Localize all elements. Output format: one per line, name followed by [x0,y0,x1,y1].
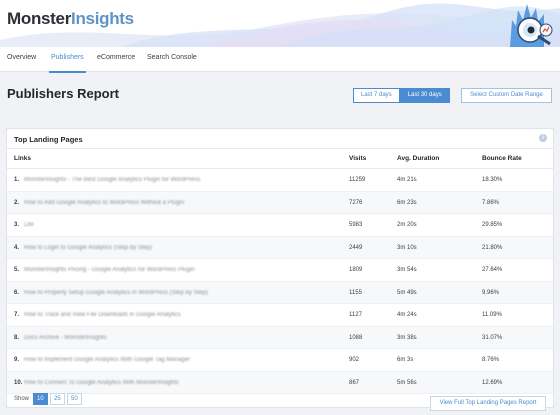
row-visits: 11259 [349,177,366,183]
custom-date-range-button[interactable]: Select Custom Date Range [461,88,552,103]
table-row: 7. How to Track and View File Downloads i… [7,304,553,327]
row-number: 3. [14,222,20,228]
row-avg-duration: 2m 20s [397,222,417,228]
top-landing-pages-panel: Top Landing Pages i Links Visits Avg. Du… [6,128,554,411]
row-number: 9. [14,357,20,363]
monster-mascot-icon [510,4,553,47]
row-number: 10. [14,379,23,386]
row-link[interactable]: How to Properly Setup Google Analytics i… [24,290,208,296]
tab-overview[interactable]: Overview [7,54,36,61]
row-link[interactable]: How to Connect To Google Analytics With … [24,380,179,386]
table-row: 8. Docs Archive - MonsterInsights 1088 3m 3… [7,326,553,349]
row-number: 2. [14,199,20,206]
row-link[interactable]: Docs Archive - MonsterInsights [24,335,107,341]
row-avg-duration: 3m 54s [397,267,417,273]
monsterinsights-logo[interactable]: MonsterInsights [7,9,134,29]
table-row: 3. Lite 5983 2m 20s 29.85% [7,214,553,237]
view-full-report-button[interactable]: View Full Top Landing Pages Report [430,396,546,411]
last-7-days-button[interactable]: Last 7 days [353,88,400,103]
app-header: MonsterInsights [0,0,560,47]
row-number: 7. [14,312,20,318]
row-visits: 2449 [349,244,363,251]
row-avg-duration: 5m 49s [397,289,417,296]
table-row: 4. How to Login to Google Analytics (Step… [7,236,553,259]
row-bounce-rate: 12.69% [482,379,503,386]
row-bounce-rate: 8.76% [482,357,500,363]
show-label: Show [14,396,30,402]
row-visits: 1809 [349,267,363,273]
last-30-days-button[interactable]: Last 30 days [399,88,450,103]
tab-publishers[interactable]: Publishers [49,54,86,73]
row-visits: 902 [349,357,360,363]
row-avg-duration: 3m 10s [397,244,417,251]
tab-search-console[interactable]: Search Console [147,54,197,61]
row-number: 5. [14,267,20,273]
info-icon[interactable]: i [539,134,547,142]
row-link[interactable]: MonsterInsights - The Best Google Analyt… [24,177,200,183]
row-bounce-rate: 11.09% [482,312,502,318]
row-link[interactable]: How to Implement Google Analytics With G… [24,357,190,363]
table-row: 2. How to Add Google Analytics to WordPre… [7,191,553,214]
row-link[interactable]: How to Login to Google Analytics (Step b… [24,245,152,251]
row-bounce-rate: 18.30% [482,177,503,183]
column-header-visits: Visits [349,155,367,162]
column-header-bounce: Bounce Rate [482,155,522,162]
row-visits: 1155 [349,289,362,296]
report-tabs: Overview Publishers eCommerce Search Con… [0,47,560,73]
row-bounce-rate: 7.86% [482,199,500,206]
row-visits: 7276 [349,199,363,206]
page-size-25[interactable]: 25 [50,393,65,405]
row-number: 1. [14,177,20,183]
row-visits: 1088 [349,334,363,341]
row-number: 8. [14,334,20,341]
logo-text-part2: Insights [71,9,134,28]
row-avg-duration: 6m 3s [397,357,414,363]
row-visits: 5983 [349,222,363,228]
row-bounce-rate: 31.07% [482,334,503,341]
panel-title: Top Landing Pages [14,135,83,144]
table-row: 5. MonsterInsights Pricing - Google Analy… [7,259,553,282]
row-link[interactable]: MonsterInsights Pricing - Google Analyti… [24,267,195,273]
row-link[interactable]: Lite [24,222,34,228]
row-visits: 1127 [349,312,362,318]
row-avg-duration: 5m 56s [397,379,417,386]
row-visits: 867 [349,379,360,386]
row-link[interactable]: How to Add Google Analytics to WordPress… [24,200,184,206]
table-header: Links Visits Avg. Duration Bounce Rate [7,149,553,169]
row-bounce-rate: 27.64% [482,267,503,273]
row-avg-duration: 3m 38s [397,334,417,341]
row-bounce-rate: 9.96% [482,289,500,296]
table-row: 10. How to Connect To Google Analytics Wi… [7,371,553,394]
row-bounce-rate: 29.85% [482,222,503,228]
row-avg-duration: 6m 23s [397,199,417,206]
page-title: Publishers Report [7,86,119,101]
tab-ecommerce[interactable]: eCommerce [97,54,135,61]
date-range-group: Last 7 days Last 30 days [353,88,450,103]
column-header-links: Links [14,155,31,162]
row-avg-duration: 4m 21s [397,177,417,183]
panel-header: Top Landing Pages i [7,129,553,149]
row-number: 6. [14,289,20,296]
row-bounce-rate: 21.80% [482,244,503,251]
table-row: 1. MonsterInsights - The Best Google Anal… [7,169,553,192]
column-header-duration: Avg. Duration [397,155,440,162]
row-avg-duration: 4m 24s [397,312,417,318]
page-size-50[interactable]: 50 [67,393,82,405]
table-row: 9. How to Implement Google Analytics With… [7,349,553,372]
row-link[interactable]: How to Track and View File Downloads in … [24,312,181,318]
row-number: 4. [14,244,20,251]
table-row: 6. How to Properly Setup Google Analytics… [7,281,553,304]
page-size-10[interactable]: 10 [33,393,48,405]
logo-text-part1: Monster [7,9,72,28]
